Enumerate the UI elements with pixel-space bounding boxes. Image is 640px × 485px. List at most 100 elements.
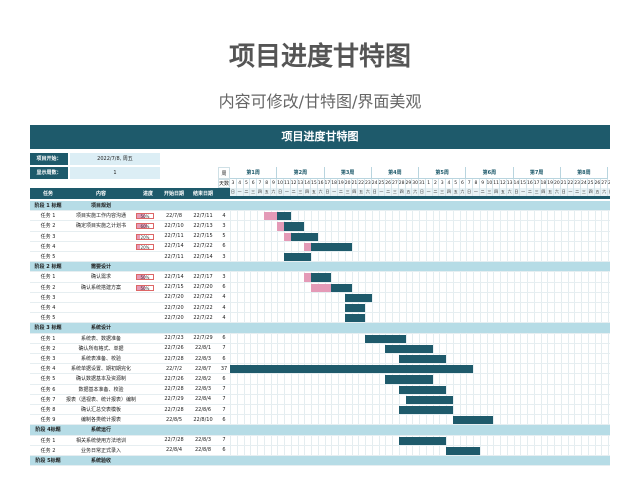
phase-row: 阶段 4标题 系统运行 [30, 425, 610, 436]
day-number: 11 [284, 179, 291, 188]
gantt-bar[interactable] [230, 365, 473, 374]
task-row: 任务 5 22/7/11 22/7/14 3 [30, 252, 610, 263]
day-name: 四 [398, 188, 406, 196]
day-number: 16 [527, 179, 534, 188]
task-end-date: 22/7/20 [193, 284, 213, 291]
gantt-bar[interactable] [311, 273, 332, 282]
day-name: 一 [284, 188, 291, 196]
task-content: 系统运行 [90, 427, 111, 434]
gantt-bar[interactable] [331, 283, 352, 292]
week-header: 第1周 第2周 第3周 第4周 第5周 第6周 第7周 第8周 [230, 167, 610, 179]
day-number: 25 [587, 179, 595, 188]
day-name: 四 [493, 188, 500, 196]
day-number: 3 [230, 179, 237, 188]
task-start-date: 22/7/20 [164, 304, 184, 311]
day-number: 14 [513, 179, 521, 188]
day-name: 四 [587, 188, 595, 196]
day-name: 六 [317, 188, 325, 196]
task-days: 7 [222, 345, 226, 352]
day-name: 一 [567, 188, 575, 196]
task-row: 任务 4 20% 22/7/14 22/7/22 6 [30, 241, 610, 252]
task-start-date: 22/7/11 [164, 233, 184, 240]
gantt-bar[interactable] [277, 212, 291, 221]
gantt-sheet: 项目进度甘特图 项目开始： 2022/7/8, 周五 显示周数： 1 周 天数 … [30, 125, 610, 485]
task-start-date: 22/7/14 [164, 273, 184, 280]
day-name: 四 [257, 188, 264, 196]
gantt-bar[interactable] [398, 355, 446, 364]
gantt-bar[interactable] [284, 253, 311, 262]
week-label: 第1周 [230, 167, 278, 179]
day-number: 9 [480, 179, 487, 188]
task-row: 任务 2 业务日常正式录入 22/8/4 22/8/8 6 [30, 445, 610, 456]
task-content [66, 242, 136, 251]
gantt-bar[interactable] [398, 406, 453, 415]
task-end-date: 22/8/8 [194, 447, 212, 454]
gantt-bar-done [304, 242, 311, 251]
day-name: 三 [486, 188, 494, 196]
gantt-bar[interactable] [385, 344, 433, 353]
gantt-bar[interactable] [385, 375, 433, 384]
gantt-bar[interactable] [446, 446, 480, 455]
day-name: 三 [581, 188, 588, 196]
task-name: 任务 2 [40, 447, 56, 454]
gantt-bar[interactable] [405, 395, 453, 404]
gantt-bar[interactable] [284, 222, 305, 231]
phase-row: 阶段 5标题 系统验收 [30, 456, 610, 467]
gantt-bar[interactable] [311, 242, 352, 251]
task-content: 系统表准备、校验 [80, 356, 121, 363]
day-name: 三 [250, 188, 257, 196]
day-name: 五 [594, 188, 602, 196]
day-number: 28 [398, 179, 406, 188]
task-name: 任务 1 [40, 335, 56, 342]
display-value[interactable]: 1 [70, 167, 160, 179]
gantt-bar[interactable] [290, 232, 318, 241]
day-name: 五 [452, 188, 460, 196]
day-number: 4 [446, 179, 453, 188]
gantt-bar[interactable] [344, 304, 365, 313]
task-days: 37 [220, 365, 228, 372]
task-end-date: 22/8/3 [194, 437, 212, 444]
task-row: 任务 8 确认汇总交表模板 22/7/28 22/8/6 7 [30, 405, 610, 416]
task-row: 任务 1 相关系统使用方法培训 22/7/28 22/8/3 7 [30, 435, 610, 446]
task-start-date: 22/7/20 [164, 294, 184, 301]
gantt-bar[interactable] [344, 293, 372, 302]
gantt-bar[interactable] [398, 385, 446, 394]
task-name: 任务 2 [40, 284, 56, 291]
task-start-date: 22/8/5 [165, 416, 183, 423]
day-number: 20 [554, 179, 561, 188]
task-name: 阶段 2 标题 [34, 264, 62, 271]
day-name: 六 [601, 188, 608, 196]
task-end-date: 22/8/1 [194, 345, 212, 352]
day-name: 一 [236, 188, 244, 196]
week-col-label: 周 [218, 167, 230, 179]
day-number: 22 [567, 179, 575, 188]
day-name: 三 [344, 188, 352, 196]
task-end-date: 22/8/7 [194, 365, 212, 372]
task-days: 4 [222, 304, 226, 311]
day-number: 12 [290, 179, 298, 188]
task-content: 系统单据设置、期初期完化 [70, 366, 131, 373]
task-row: 任务 2 确认所有格式、单据 22/7/26 22/8/1 7 [30, 343, 610, 354]
task-days: 7 [222, 396, 226, 403]
day-name: 五 [500, 188, 507, 196]
task-start-date: 22/7/20 [164, 314, 184, 321]
task-days: 7 [222, 406, 226, 413]
task-days: 7 [222, 437, 226, 444]
task-content: 确认所有格式、单据 [78, 345, 124, 352]
day-number: 15 [311, 179, 318, 188]
day-name: 日 [324, 188, 332, 196]
page-title: 项目进度甘特图 [228, 42, 411, 72]
task-end-date: 22/7/22 [193, 304, 213, 311]
week-label: 第8周 [560, 167, 608, 179]
gantt-bar[interactable] [452, 416, 494, 425]
start-value[interactable]: 2022/7/8, 周五 [70, 153, 160, 165]
task-content: 相关系统使用方法培训 [75, 437, 126, 444]
day-name: 日 [466, 188, 473, 196]
gantt-bar[interactable] [344, 314, 365, 323]
gantt-bar[interactable] [398, 436, 446, 445]
task-content: 确认需求 [90, 274, 111, 281]
task-row: 任务 4 系统单据设置、期初期完化 22/7/2 22/8/7 37 [30, 364, 610, 375]
gantt-bar[interactable] [365, 334, 406, 343]
day-number: 13 [506, 179, 514, 188]
day-number: 22 [358, 179, 365, 188]
